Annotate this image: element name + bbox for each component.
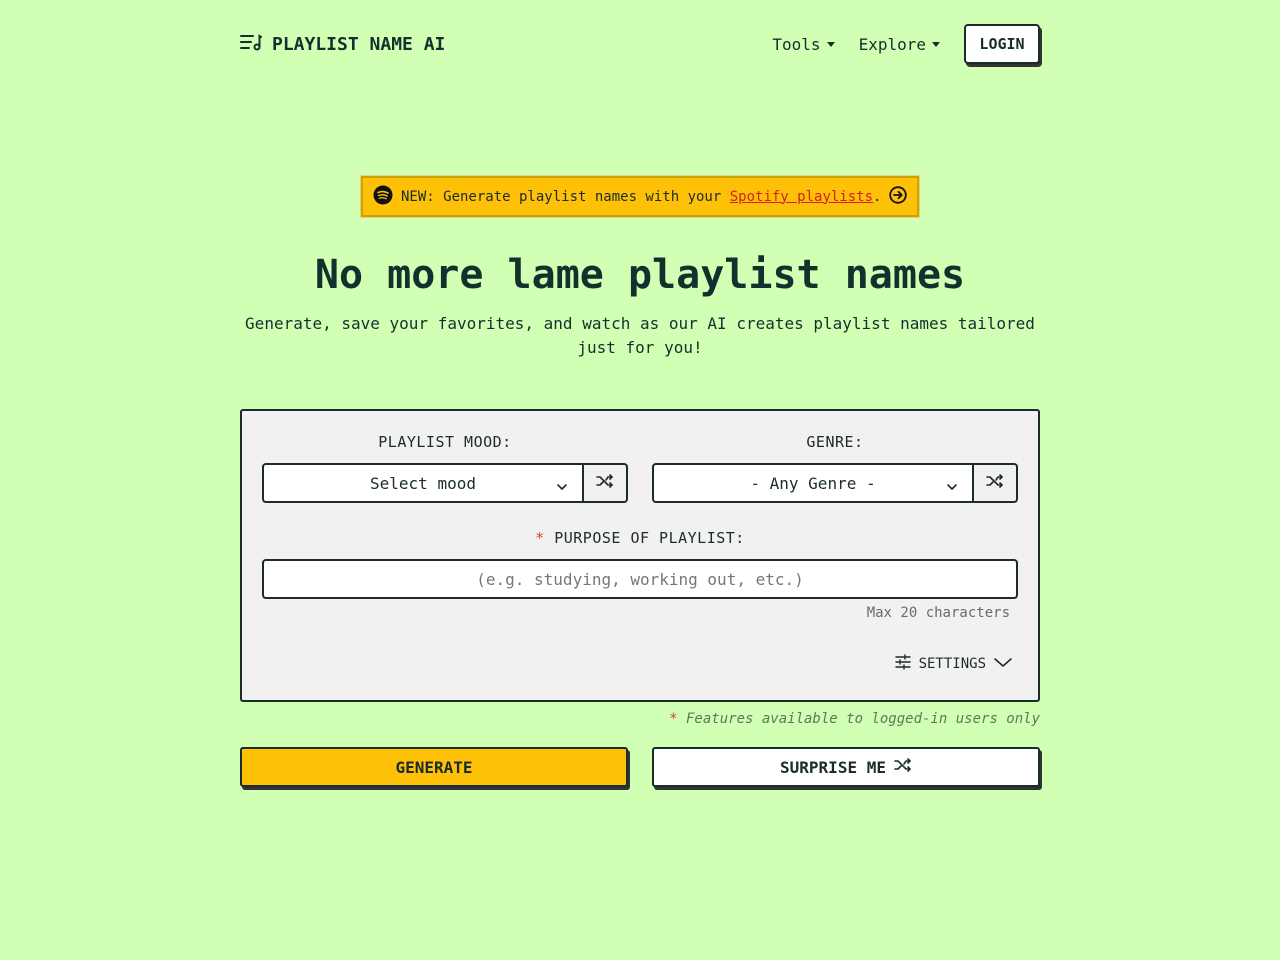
genre-shuffle-button[interactable] <box>974 463 1018 503</box>
nav-tools-label: Tools <box>772 34 821 54</box>
mood-select-group: Select mood <box>262 463 628 503</box>
arrow-right-circle-icon[interactable] <box>889 185 908 208</box>
login-button[interactable]: LOGIN <box>964 24 1040 64</box>
caret-down-icon <box>932 41 940 47</box>
sliders-icon <box>894 654 911 674</box>
required-mark: * <box>535 529 545 547</box>
mood-select[interactable]: Select mood <box>262 463 584 503</box>
generator-form: PLAYLIST MOOD: Select mood GENRE: - Any … <box>240 409 1040 702</box>
login-features-note: * Features available to logged-in users … <box>669 711 1040 727</box>
nav-menu: Tools Explore LOGIN <box>772 24 1040 64</box>
spotify-icon <box>373 185 393 209</box>
chevron-down-icon <box>556 478 568 497</box>
purpose-label: * PURPOSE OF PLAYLIST: <box>262 529 1018 547</box>
surprise-me-button[interactable]: SURPRISE ME <box>652 747 1040 787</box>
brand-name: PLAYLIST NAME AI <box>272 33 446 55</box>
genre-select-value: - Any Genre - <box>750 473 876 493</box>
nav-tools-dropdown[interactable]: Tools <box>772 34 835 54</box>
shuffle-icon <box>986 473 1004 493</box>
chevron-down-icon <box>946 478 958 497</box>
settings-label: SETTINGS <box>918 656 986 672</box>
mood-label: PLAYLIST MOOD: <box>378 433 512 451</box>
caret-down-icon <box>826 41 835 47</box>
char-limit-hint: Max 20 characters <box>866 605 1010 621</box>
chevron-down-icon <box>994 656 1012 672</box>
banner-suffix: . <box>873 188 882 205</box>
genre-select-group: - Any Genre - <box>652 463 1018 503</box>
spotify-playlists-link[interactable]: Spotify playlists <box>730 189 873 205</box>
purpose-input[interactable] <box>262 559 1018 599</box>
surprise-label: SURPRISE ME <box>780 757 886 777</box>
genre-select[interactable]: - Any Genre - <box>652 463 974 503</box>
generate-button[interactable]: GENERATE <box>240 747 628 787</box>
nav-explore-dropdown[interactable]: Explore <box>859 35 940 54</box>
brand-logo-link[interactable]: PLAYLIST NAME AI <box>240 33 445 55</box>
footnote-text: Features available to logged-in users on… <box>677 711 1040 727</box>
page-title: No more lame playlist names <box>314 252 966 298</box>
mood-select-value: Select mood <box>370 473 476 493</box>
mood-shuffle-button[interactable] <box>584 463 628 503</box>
shuffle-icon <box>894 757 912 777</box>
banner-prefix: NEW: Generate playlist names with your <box>401 188 730 205</box>
settings-toggle[interactable]: SETTINGS <box>894 654 1012 674</box>
genre-label: GENRE: <box>806 433 864 451</box>
top-nav: PLAYLIST NAME AI Tools Explore LOGIN <box>240 24 1040 64</box>
shuffle-icon <box>596 473 614 493</box>
page-subtitle: Generate, save your favorites, and watch… <box>245 314 1035 357</box>
required-mark: * <box>669 711 678 727</box>
purpose-label-text: PURPOSE OF PLAYLIST: <box>554 529 745 547</box>
playlist-icon <box>240 33 262 55</box>
banner-text: NEW: Generate playlist names with your S… <box>401 189 881 205</box>
nav-explore-label: Explore <box>858 34 926 54</box>
generate-label: GENERATE <box>395 757 473 777</box>
spotify-announcement-banner[interactable]: NEW: Generate playlist names with your S… <box>360 175 920 218</box>
